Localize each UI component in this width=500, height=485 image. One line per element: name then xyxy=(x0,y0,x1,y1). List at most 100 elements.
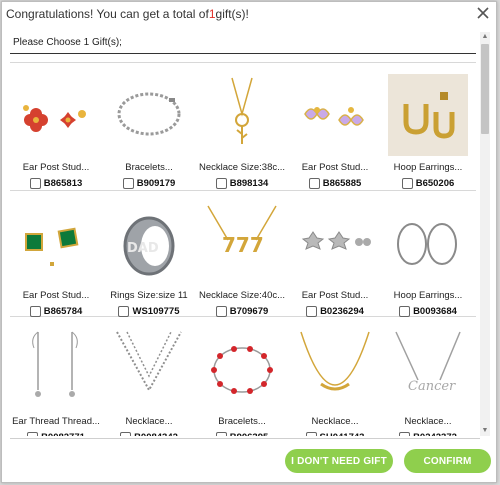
product-name: Necklace... xyxy=(311,416,359,427)
product-sku: WS109775 xyxy=(132,306,180,317)
product-sku: B650206 xyxy=(415,178,455,189)
row-divider xyxy=(10,190,476,191)
gold-smile-necklace-icon[interactable] xyxy=(295,328,375,410)
silver-name-necklace-icon[interactable]: Cancer xyxy=(388,328,468,410)
product-sku: B865784 xyxy=(43,306,83,317)
product-sku: B0236294 xyxy=(320,306,364,317)
product-card[interactable]: Ear Post Stud... B0236294 xyxy=(289,192,381,317)
gold-777-necklace-icon[interactable]: 777 xyxy=(202,202,282,284)
red-evil-eye-bracelet-icon[interactable] xyxy=(202,328,282,410)
gift-count: 1 xyxy=(208,7,216,21)
product-select-row: B0082771 xyxy=(10,432,102,436)
silver-chain-bracelet-icon[interactable] xyxy=(109,74,189,156)
gold-u-hoop-earrings-icon[interactable] xyxy=(388,74,468,156)
steel-dad-ring-icon[interactable]: DAD xyxy=(109,202,189,284)
product-checkbox[interactable] xyxy=(399,432,411,436)
product-select-row: B909179 xyxy=(103,178,195,189)
title-prefix: Congratulations! You can get a total of xyxy=(6,7,209,21)
product-card[interactable]: Ear Post Stud... B865885 xyxy=(289,64,381,189)
silver-threader-earrings-icon[interactable] xyxy=(16,328,96,410)
product-name: Necklace... xyxy=(404,416,452,427)
product-card[interactable]: Cancer Necklace... B0242372 xyxy=(382,318,474,436)
product-sku: B0242372 xyxy=(413,432,457,436)
product-select-row: B865784 xyxy=(10,306,102,317)
product-card[interactable]: Bracelets... B909179 xyxy=(103,64,195,189)
product-checkbox[interactable] xyxy=(306,306,318,317)
product-select-row: WS109775 xyxy=(103,306,195,317)
product-card[interactable]: Hoop Earrings... B0093684 xyxy=(382,192,474,317)
product-sku: B865885 xyxy=(322,178,362,189)
product-card[interactable]: Necklace... B0084342 xyxy=(103,318,195,436)
dialog-title: Congratulations! You can get a total of … xyxy=(2,2,496,26)
product-sku: B865813 xyxy=(43,178,83,189)
product-checkbox[interactable] xyxy=(29,178,41,189)
gold-rose-pendant-necklace-icon[interactable] xyxy=(202,74,282,156)
product-select-row: B898134 xyxy=(196,178,288,189)
product-checkbox[interactable] xyxy=(122,178,134,189)
row-divider xyxy=(10,62,476,63)
product-sku: B898134 xyxy=(229,178,269,189)
product-sku: B0093684 xyxy=(413,306,457,317)
product-card[interactable]: Ear Post Stud... B865813 xyxy=(10,64,102,189)
product-checkbox[interactable] xyxy=(215,306,227,317)
product-sku: SH041743 xyxy=(320,432,365,436)
product-select-row: SH041743 xyxy=(289,432,381,436)
product-card[interactable]: Ear Thread Thread... B0082771 xyxy=(10,318,102,436)
product-name: Necklace... xyxy=(125,416,173,427)
product-card[interactable]: DAD Rings Size:size 11 WS109775 xyxy=(103,192,195,317)
scroll-up-arrow-icon[interactable]: ▲ xyxy=(481,33,489,41)
product-checkbox[interactable] xyxy=(27,432,39,436)
product-name: Ear Thread Thread... xyxy=(12,416,100,427)
product-checkbox[interactable] xyxy=(215,432,227,436)
gift-selection-dialog: Congratulations! You can get a total of … xyxy=(1,1,497,483)
green-square-stud-earrings-icon[interactable] xyxy=(16,202,96,284)
product-checkbox[interactable] xyxy=(305,432,317,436)
product-checkbox[interactable] xyxy=(120,432,132,436)
product-card[interactable]: Hoop Earrings... B650206 xyxy=(382,64,474,189)
product-checkbox[interactable] xyxy=(308,178,320,189)
product-select-row: B650206 xyxy=(382,178,474,189)
silver-ball-chain-necklace-icon[interactable] xyxy=(109,328,189,410)
product-checkbox[interactable] xyxy=(401,178,413,189)
silver-star-stud-earrings-icon[interactable] xyxy=(295,202,375,284)
product-select-row: B0084342 xyxy=(103,432,195,436)
product-name: Ear Post Stud... xyxy=(22,290,90,301)
product-card[interactable]: Ear Post Stud... B865784 xyxy=(10,192,102,317)
product-sku: B0082771 xyxy=(41,432,85,436)
product-name: Ear Post Stud... xyxy=(301,162,369,173)
scrollbar[interactable]: ▲ ▼ xyxy=(480,32,490,436)
product-checkbox[interactable] xyxy=(29,306,41,317)
scroll-down-arrow-icon[interactable]: ▼ xyxy=(481,427,489,435)
no-gift-button[interactable]: I DON'T NEED GIFT xyxy=(285,449,393,473)
purple-bow-stud-earrings-icon[interactable] xyxy=(295,74,375,156)
confirm-button[interactable]: CONFIRM xyxy=(404,449,491,473)
product-select-row: B906395 xyxy=(196,432,288,436)
svg-text:Cancer: Cancer xyxy=(408,379,456,394)
product-select-row: B0236294 xyxy=(289,306,381,317)
product-sku: B0084342 xyxy=(134,432,178,436)
product-name: Bracelets... xyxy=(125,162,173,173)
svg-text:777: 777 xyxy=(222,233,264,257)
product-checkbox[interactable] xyxy=(215,178,227,189)
silver-hoop-earrings-icon[interactable] xyxy=(388,202,468,284)
product-name: Necklace Size:38c... xyxy=(198,162,286,173)
product-select-row: B0242372 xyxy=(382,432,474,436)
product-sku: B906395 xyxy=(230,432,269,436)
product-checkbox[interactable] xyxy=(399,306,411,317)
scrollbar-thumb[interactable] xyxy=(481,44,489,134)
title-suffix: gift(s)! xyxy=(215,7,249,21)
svg-text:DAD: DAD xyxy=(127,241,159,256)
product-name: Hoop Earrings... xyxy=(393,290,463,301)
red-flower-stud-earrings-icon[interactable] xyxy=(16,74,96,156)
product-sku: B909179 xyxy=(136,178,176,189)
instruction-text: Please Choose 1 Gift(s); xyxy=(10,32,476,54)
product-name: Ear Post Stud... xyxy=(22,162,90,173)
product-card[interactable]: Necklace Size:38c... B898134 xyxy=(196,64,288,189)
product-card[interactable]: Necklace... SH041743 xyxy=(289,318,381,436)
close-icon[interactable] xyxy=(476,6,490,20)
product-select-row: B865813 xyxy=(10,178,102,189)
product-card[interactable]: 777 Necklace Size:40c... B709679 xyxy=(196,192,288,317)
product-checkbox[interactable] xyxy=(118,306,130,317)
product-select-row: B0093684 xyxy=(382,306,474,317)
product-card[interactable]: Bracelets... B906395 xyxy=(196,318,288,436)
